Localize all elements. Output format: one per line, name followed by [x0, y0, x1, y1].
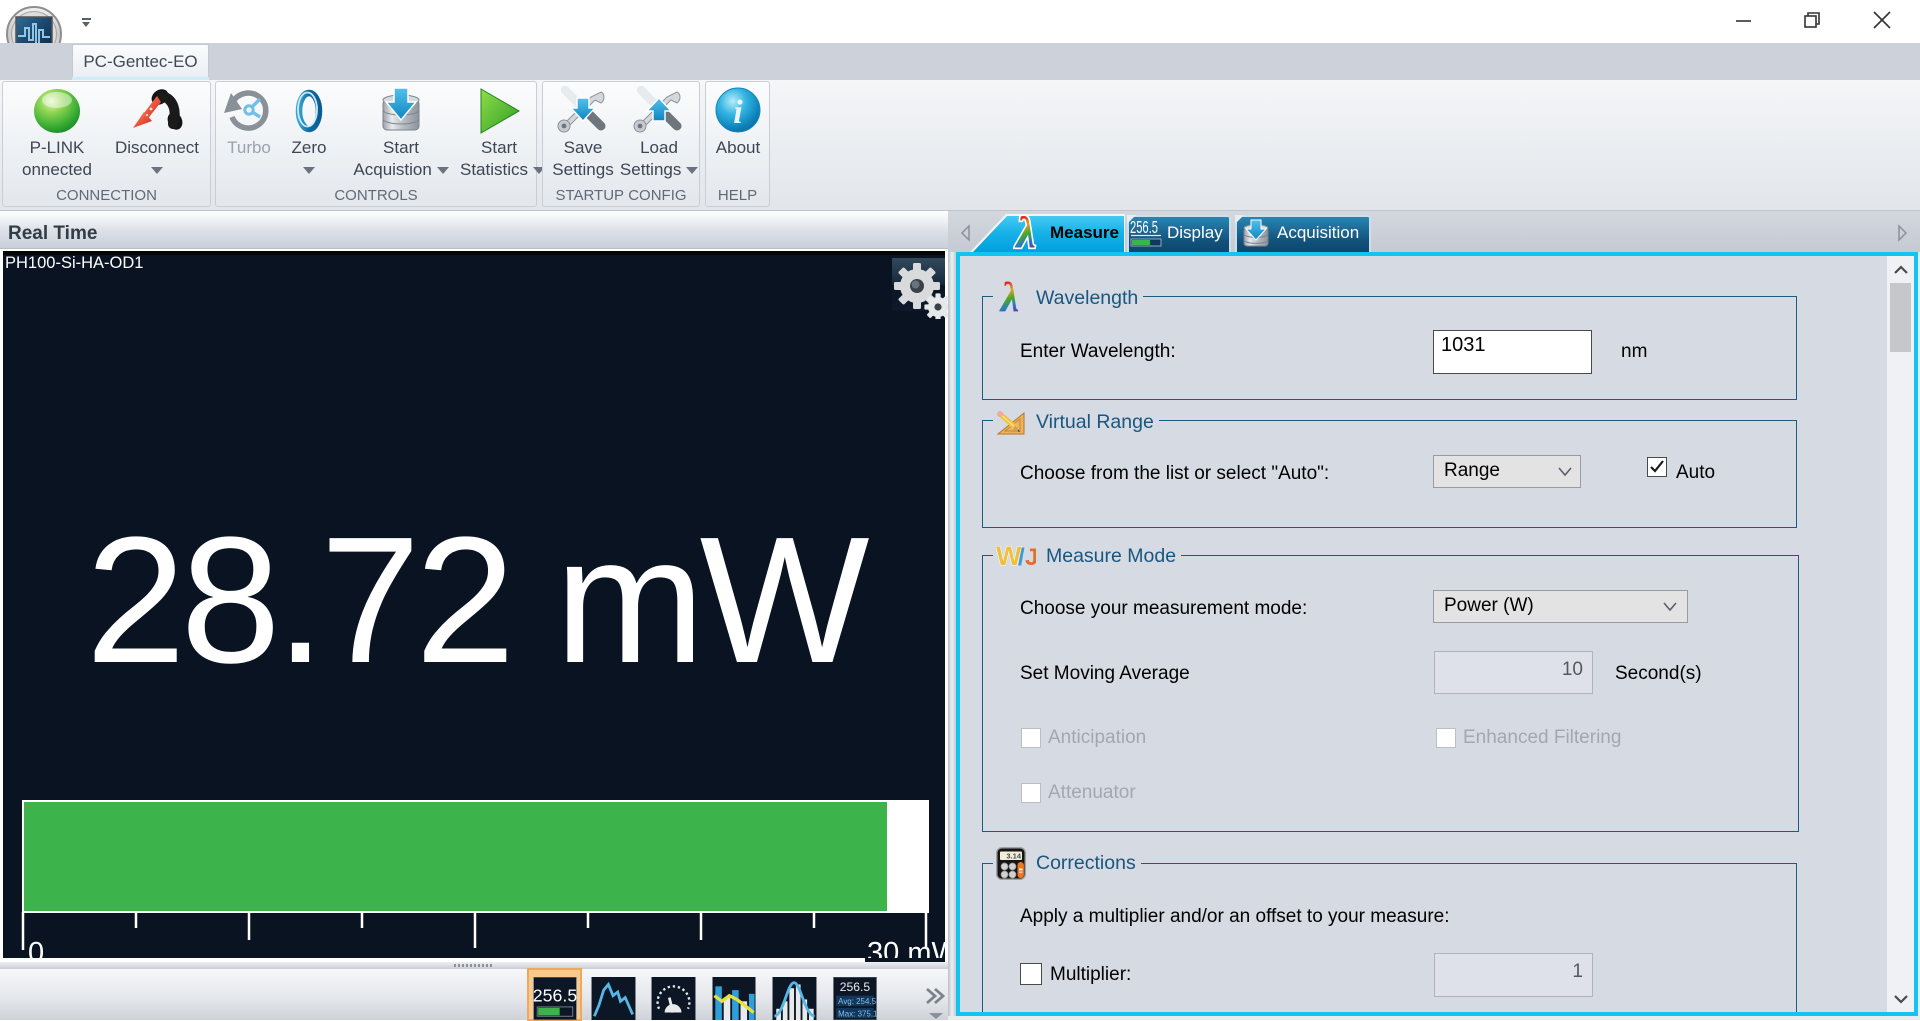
- svg-text:i: i: [733, 94, 743, 131]
- svg-text:λ: λ: [1014, 214, 1036, 254]
- svg-text:256.5: 256.5: [533, 985, 578, 1005]
- svg-text:J: J: [1025, 544, 1036, 571]
- svg-text:256.5: 256.5: [1130, 218, 1158, 238]
- svg-text:λ: λ: [999, 279, 1020, 317]
- svg-text:Max: 375.1: Max: 375.1: [838, 1009, 878, 1018]
- svg-text:256.5: 256.5: [840, 980, 871, 994]
- svg-text:Avg: 254.5: Avg: 254.5: [838, 997, 876, 1006]
- svg-text:/: /: [1018, 544, 1025, 571]
- svg-text:3.14: 3.14: [1006, 851, 1021, 860]
